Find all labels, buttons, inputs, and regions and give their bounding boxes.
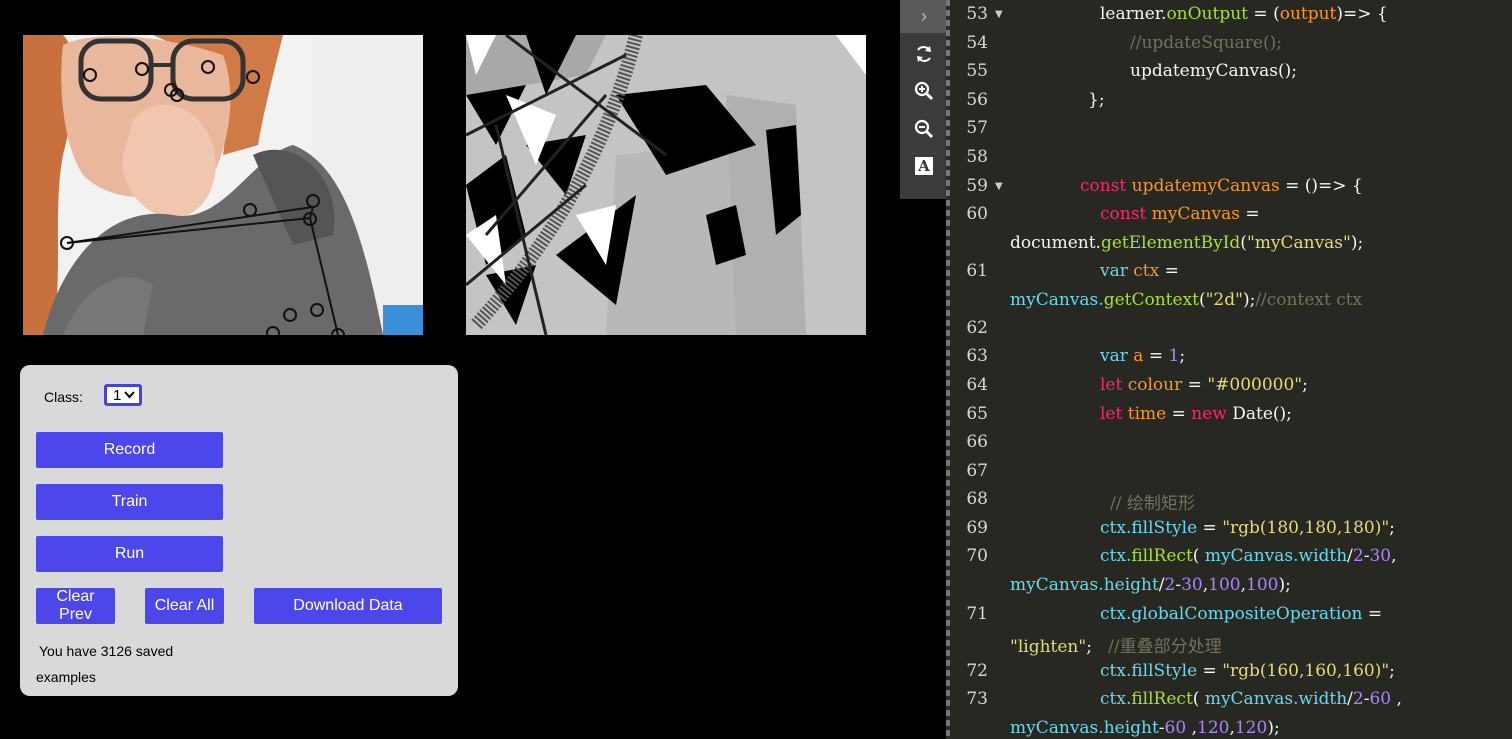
line-number: 69 <box>966 518 988 538</box>
code-line-61: var ctx = <box>1100 261 1179 281</box>
code-line-71: ctx.globalCompositeOperation = <box>1100 604 1383 624</box>
refresh-button[interactable] <box>900 38 948 70</box>
zoom-in-button[interactable] <box>900 75 948 107</box>
record-button[interactable]: Record <box>36 432 223 468</box>
class-select[interactable]: 1 <box>104 384 142 406</box>
line-number: 65 <box>966 404 988 424</box>
line-number: 67 <box>966 461 988 481</box>
code-line-53: learner.onOutput = (output)=> { <box>1100 4 1388 24</box>
code-line-69: ctx.fillStyle = "rgb(180,180,180)"; <box>1100 518 1395 538</box>
zoom-in-icon <box>914 81 934 101</box>
fold-arrow-icon[interactable]: ▼ <box>995 181 1003 192</box>
code-line-71-wrap: "lighten"; //重叠部分处理 <box>1010 637 1222 657</box>
code-line-54: //updateSquare(); <box>1130 33 1282 53</box>
code-line-61-wrap: myCanvas.getContext("2d");//context ctx <box>1010 290 1363 310</box>
line-number: 71 <box>966 604 988 624</box>
line-number: 63 <box>966 346 988 366</box>
clear-prev-line2: Prev <box>59 606 92 623</box>
line-number: 60 <box>966 204 988 224</box>
zoom-out-icon <box>914 119 934 139</box>
download-data-button[interactable]: Download Data <box>254 588 442 624</box>
line-number: 64 <box>966 375 988 395</box>
saved-examples-status-cont: examples <box>36 669 96 685</box>
code-line-72: ctx.fillStyle = "rgb(160,160,160)"; <box>1100 661 1395 681</box>
zoom-out-button[interactable] <box>900 113 948 145</box>
chevron-right-icon: › <box>921 6 927 26</box>
generative-art <box>466 35 866 335</box>
code-line-63: var a = 1; <box>1100 346 1186 366</box>
font-button[interactable]: A <box>900 150 948 182</box>
line-number: 59 <box>966 176 988 196</box>
code-line-70-wrap: myCanvas.height/2-30,100,100); <box>1010 575 1291 595</box>
line-number: 62 <box>966 318 988 338</box>
line-number: 57 <box>966 118 988 138</box>
code-editor[interactable]: 53 ▼ 54 55 56 57 58 59 ▼ 60 61 62 63 64 … <box>950 0 1512 739</box>
code-line-68: // 绘制矩形 <box>1110 494 1195 514</box>
code-line-73-wrap: myCanvas.height-60 ,120,120); <box>1010 718 1280 738</box>
webcam-video <box>23 35 423 335</box>
code-line-59: const updatemyCanvas = ()=> { <box>1080 176 1363 196</box>
run-button[interactable]: Run <box>36 536 223 572</box>
line-number: 66 <box>966 432 988 452</box>
editor-toolbar: › A <box>900 0 948 199</box>
output-canvas <box>466 35 866 335</box>
code-line-64: let colour = "#000000"; <box>1100 375 1308 395</box>
line-number: 68 <box>966 489 988 509</box>
control-panel: Class: 1 Record Train Run Clear Prev Cle… <box>20 365 458 696</box>
clear-prev-line1: Clear <box>56 588 95 605</box>
fold-arrow-icon[interactable]: ▼ <box>995 9 1003 20</box>
line-number: 73 <box>966 689 988 709</box>
code-line-55: updatemyCanvas(); <box>1130 61 1298 81</box>
class-label: Class: <box>44 389 83 405</box>
line-number: 54 <box>966 33 988 53</box>
line-number: 58 <box>966 147 988 167</box>
clear-all-button[interactable]: Clear All <box>145 588 224 624</box>
saved-examples-status: You have 3126 saved <box>39 643 174 659</box>
code-line-73: ctx.fillRect( myCanvas.width/2-60 , <box>1100 689 1402 709</box>
code-line-65: let time = new Date(); <box>1100 404 1292 424</box>
code-line-60-wrap: document.getElementById("myCanvas"); <box>1010 233 1364 253</box>
refresh-icon <box>917 46 931 62</box>
webcam-frame <box>23 35 423 335</box>
line-number: 56 <box>966 90 988 110</box>
line-number: 53 <box>966 4 988 24</box>
clear-prev-button[interactable]: Clear Prev <box>36 588 115 624</box>
sketch-stage: Class: 1 Record Train Run Clear Prev Cle… <box>0 0 900 739</box>
chevron-down-icon <box>124 387 135 408</box>
font-icon: A <box>915 157 933 175</box>
train-button[interactable]: Train <box>36 484 223 520</box>
class-select-value: 1 <box>113 387 122 404</box>
line-number: 70 <box>966 546 988 566</box>
line-number: 72 <box>966 661 988 681</box>
line-number: 61 <box>966 261 988 281</box>
line-number: 55 <box>966 61 988 81</box>
code-line-56: }; <box>1088 90 1105 110</box>
code-line-70: ctx.fillRect( myCanvas.width/2-30, <box>1100 546 1397 566</box>
code-line-60: const myCanvas = <box>1100 204 1260 224</box>
collapse-panel-button[interactable]: › <box>900 0 948 33</box>
